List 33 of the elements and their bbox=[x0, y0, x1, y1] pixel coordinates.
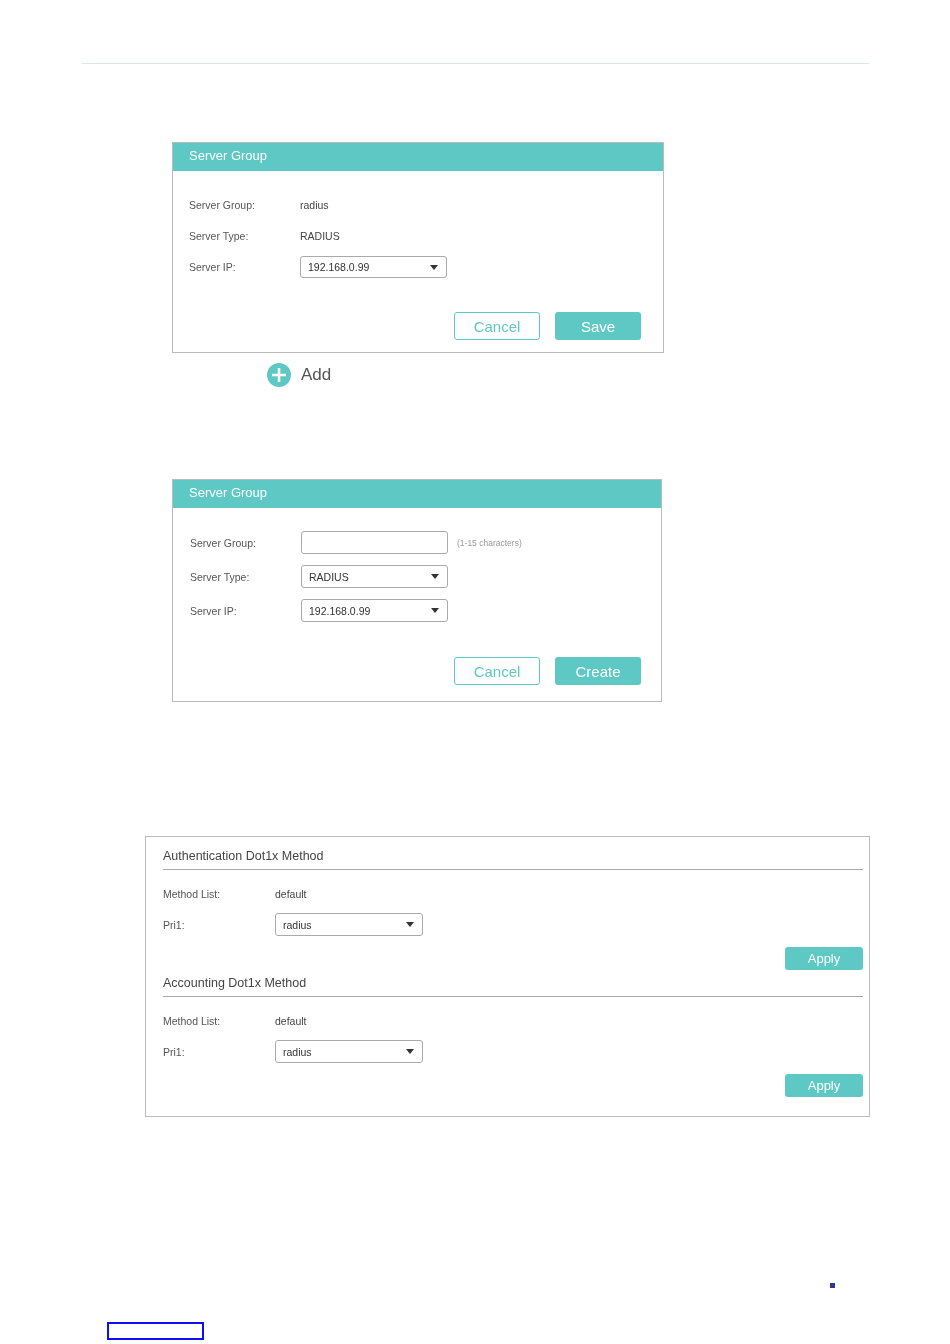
field-label: Server Group: bbox=[190, 536, 257, 549]
field-label: Method List: bbox=[163, 887, 222, 900]
dropdown[interactable]: 192.168.0.99 bbox=[300, 256, 447, 278]
dropdown[interactable]: RADIUS bbox=[301, 565, 448, 588]
field-label: Server Group: bbox=[189, 199, 256, 211]
dropdown[interactable]: 192.168.0.99 bbox=[301, 599, 448, 622]
caret-icon bbox=[406, 922, 414, 927]
field-label: Method List: bbox=[163, 1014, 222, 1027]
caret-icon bbox=[406, 1049, 414, 1054]
field-label: Server IP: bbox=[190, 604, 238, 617]
field-value: default bbox=[275, 887, 307, 900]
caret-icon bbox=[431, 608, 439, 613]
caret-icon bbox=[430, 264, 438, 270]
dialog-title: Server Group bbox=[173, 480, 661, 508]
field-value: RADIUS bbox=[300, 230, 340, 242]
section-title: Accounting Dot1x Method bbox=[163, 976, 863, 997]
field-label: Server Type: bbox=[189, 230, 250, 242]
field-label: Pri1: bbox=[163, 1045, 186, 1058]
dialog-title: Server Group bbox=[173, 143, 663, 171]
dropdown[interactable]: radius bbox=[275, 913, 423, 936]
plus-icon bbox=[267, 363, 291, 387]
dropdown[interactable]: radius bbox=[275, 1040, 423, 1063]
caret-icon bbox=[431, 574, 439, 579]
field-label: Server IP: bbox=[189, 261, 237, 273]
field-label: Pri1: bbox=[163, 918, 186, 931]
field-value: radius bbox=[300, 199, 329, 211]
field-value: default bbox=[275, 1014, 307, 1027]
add-button[interactable]: Add bbox=[267, 363, 332, 387]
field-label: Server Type: bbox=[190, 570, 251, 583]
input-field[interactable] bbox=[301, 531, 448, 554]
section-title: Authentication Dot1x Method bbox=[163, 849, 863, 870]
square-mark bbox=[830, 1283, 835, 1288]
hint-text: (1-15 characters) bbox=[457, 537, 522, 548]
